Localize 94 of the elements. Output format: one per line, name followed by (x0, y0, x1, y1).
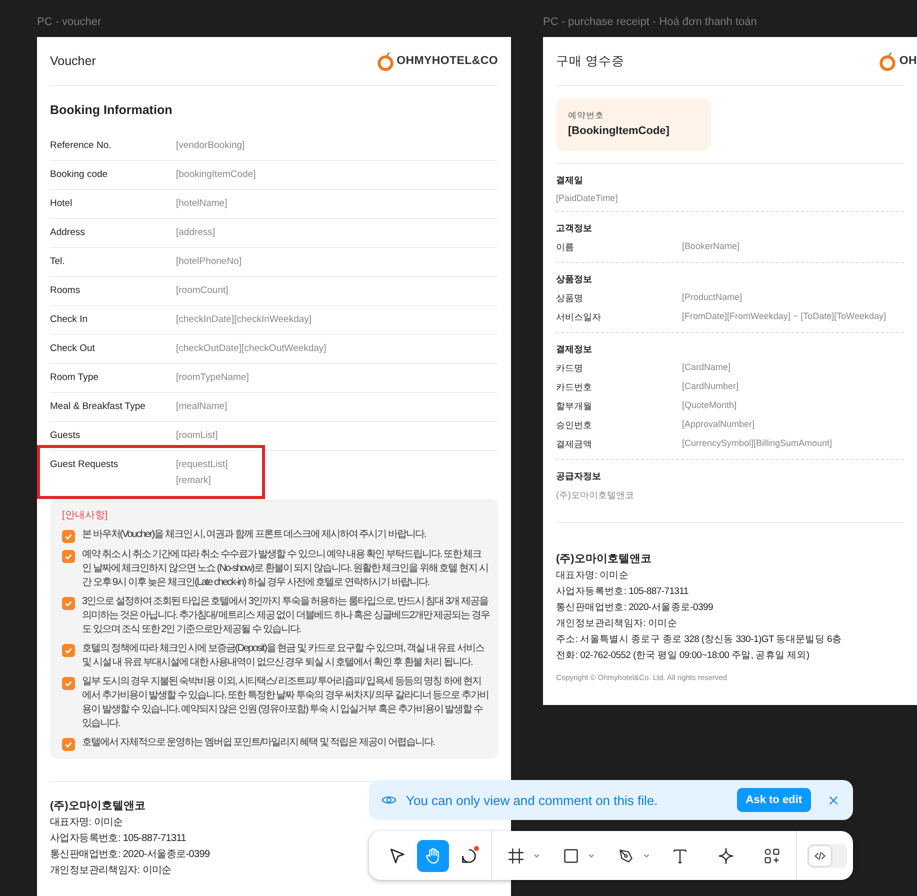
field-label: Meal & Breakfast Type (50, 401, 146, 413)
check-icon (63, 551, 74, 562)
check-icon (63, 678, 74, 689)
field-value: [hotelName] (176, 198, 228, 210)
field-label: 이름 (556, 241, 575, 254)
section-value: [PaidDateTime] (556, 193, 619, 203)
check-icon (63, 598, 74, 609)
company-info: 대표자명: 이미순 (556, 569, 629, 583)
logo-icon (879, 50, 896, 72)
notice-text: 예약 취소 시 취소 기간에 따라 취소 수수료가 발생할 수 있으니 예약 내용 확인 부탁드립니다. 또한 체크인 날짜에 체크인하지 않으면 노쇼 (No-show)로 환불이 되지 않습니다. 원활한 체크인을 위해 호텔 현지 시간 오후 9시 이후 늦은 체크인(Late check-in) 하실 경우 사전에 호텔로 연락하시기 바랍니다. (82, 548, 489, 590)
notice-text: 본 바우처(Voucher)을 체크인 시, 여권과 함께 프론트 데스크에 제시하여 주시기 바랍니다. (82, 528, 426, 542)
field-value: [mealName] (176, 401, 228, 413)
frame-title: Voucher (50, 54, 96, 68)
field-value: [CardNumber] (682, 381, 739, 393)
field-value: [CardName] (682, 362, 731, 374)
logo-icon (376, 50, 394, 72)
frame-icon (506, 846, 526, 866)
section-title: 고객정보 (556, 222, 593, 235)
notice-text: 3인으로 설정하여 조회된 타입은 호텔에서 3인까지 투숙을 허용하는 룸타입으로, 반드시 침대 3개 제공을 의미하는 것은 아닙니다. 추가침대/ 메트리스 제공 없이 더블베드 하나 혹은 싱글베드2개만 제공되는 경우도 있으며 조식 또한 2인 기준으로만 제공될 수 있습니다. (82, 595, 490, 637)
field-value: [checkInDate][checkInWeekday] (176, 314, 312, 326)
checkbox[interactable] (62, 597, 75, 610)
field-label: Address (50, 227, 86, 239)
company-info: 사업자등록번호: 105-887-71311 (50, 832, 186, 846)
field-value: [bookingItemCode] (176, 169, 256, 181)
section-title: 결제일 (556, 174, 584, 187)
booking-code: [BookingItemCode] (568, 125, 670, 137)
company-info: 통신판매업번호: 2020-서울종로-0399 (556, 601, 713, 615)
check-icon (63, 645, 74, 656)
field-value: [vendorBooking] (176, 140, 245, 152)
company-info: 개인정보관리책임자: 이미순 (556, 617, 678, 631)
notice-text: 일부 도시의 경우 지불된 숙박비용 이외, 시티택스/ 리조트피/ 투어리즘피/ 입욕세 등등의 명칭 하에 현지에서 추가비용이 발생할 수 있습니다. 또한 특정한 날짜 투숙의 경우 써차지/ 의무 갈라디너 등으로 추가비용이 발생할 수 있습니다. 예약되지 않은 인원 (영유아포함) 투숙 시 입실거부 혹은 추가비용이 발생할 수 있습니다. (82, 675, 490, 731)
section-title: Booking Information (50, 102, 174, 119)
field-value: [BookerName] (682, 241, 740, 253)
field-label: 카드명 (556, 362, 584, 375)
field-label: Guest Requests (50, 459, 120, 472)
field-label: 카드번호 (556, 381, 593, 394)
company-info: 사업자등록번호: 105-887-71311 (556, 585, 688, 599)
field-value: [ApprovalNumber] (682, 419, 755, 431)
check-icon (63, 739, 74, 750)
company-info: 통신판매업번호: 2020-서울종로-0399 (50, 848, 210, 862)
field-value: [roomTypeName] (176, 372, 249, 384)
field-value: [FromDate][FromWeekday] ~ [ToDate][ToWeekday] (682, 311, 886, 323)
field-value: [remark] (176, 475, 212, 487)
section-title: 상품정보 (556, 273, 593, 286)
frame-title: 구매 영수증 (556, 52, 624, 70)
field-label: Hotel (50, 198, 74, 210)
checkbox[interactable] (62, 677, 75, 690)
frame-label[interactable]: PC - purchase receipt - Hoá đơn thanh toán (543, 15, 917, 30)
notes-title: [안내사항] (62, 509, 109, 522)
checkbox[interactable] (62, 550, 75, 563)
field-label: Guests (50, 430, 82, 442)
field-value: [roomList] (176, 430, 218, 442)
company-name: (주)오마이호텔앤코 (556, 552, 652, 566)
check-icon (63, 531, 74, 542)
field-label: Check In (50, 314, 88, 326)
field-value: [requestList] (176, 459, 228, 471)
notice-message: You can only view and comment on this file. (406, 792, 659, 808)
field-label: 서비스일자 (556, 311, 602, 324)
logo: OH (879, 50, 917, 72)
ask-to-edit-button[interactable]: Ask to edit (736, 788, 811, 812)
field-value: [hotelPhoneNo] (176, 256, 242, 268)
company-name: (주)오마이호텔앤코 (50, 799, 146, 813)
field-label: Booking code (50, 169, 109, 181)
company-info: 주소: 서울특별시 종로구 종로 328 (창신동 330-1)GT 동대문빌딩 6층 (556, 633, 842, 647)
company-info: 전화: 02-762-0552 (한국 평일 09:00~18:00 주말, 공휴일 제외) (556, 649, 810, 663)
dev-mode-toggle[interactable] (807, 844, 847, 868)
field-value: [QuoteMonth] (682, 400, 737, 412)
field-label: 결제금액 (556, 438, 593, 451)
checkbox[interactable] (62, 644, 75, 657)
field-value: [CurrencySymbol][BillingSumAmount] (682, 438, 832, 450)
checkbox[interactable] (62, 530, 75, 543)
section-value: (주)오마이호텔앤코 (556, 489, 635, 502)
field-label: 상품명 (556, 292, 584, 305)
frame-label[interactable]: PC - voucher (37, 15, 511, 30)
section-title: 결제정보 (556, 343, 593, 356)
field-value: [checkOutDate][checkOutWeekday] (176, 343, 326, 355)
booking-label: 예약번호 (568, 110, 605, 122)
field-label: Rooms (50, 285, 82, 297)
field-value: [address] (176, 227, 216, 239)
checkbox[interactable] (62, 738, 75, 751)
section-title: 공급자정보 (556, 470, 602, 483)
field-label: Check Out (50, 343, 96, 355)
company-info: 개인정보관리책임자: 이미순 (50, 864, 172, 878)
field-label: 할부개월 (556, 400, 593, 413)
logo: OHMYHOTEL&CO (376, 50, 498, 72)
field-value: [roomCount] (176, 285, 228, 297)
field-label: 승인번호 (556, 419, 593, 432)
company-info: 대표자명: 이미순 (50, 816, 123, 830)
notice-text: 호텔의 정책에 따라 체크인 시에 보증금(Deposit)을 현금 및 카드로 요구할 수 있으며, 객실 내 유료 서비스 및 시설 내 유료 부대시설에 대한 사용내역이 없으신 경우 퇴실 시 호텔에서 확인 후 환불 처리 됩니다. (82, 642, 486, 670)
notice-text: 호텔에서 자체적으로 운영하는 멤버쉽 포인트/마일리지 혜택 및 적립은 제공이 어렵습니다. (82, 736, 435, 750)
field-label: Room Type (50, 372, 100, 384)
field-value: [ProductName] (682, 292, 742, 304)
field-label: Reference No. (50, 140, 112, 152)
field-label: Tel. (50, 256, 66, 268)
